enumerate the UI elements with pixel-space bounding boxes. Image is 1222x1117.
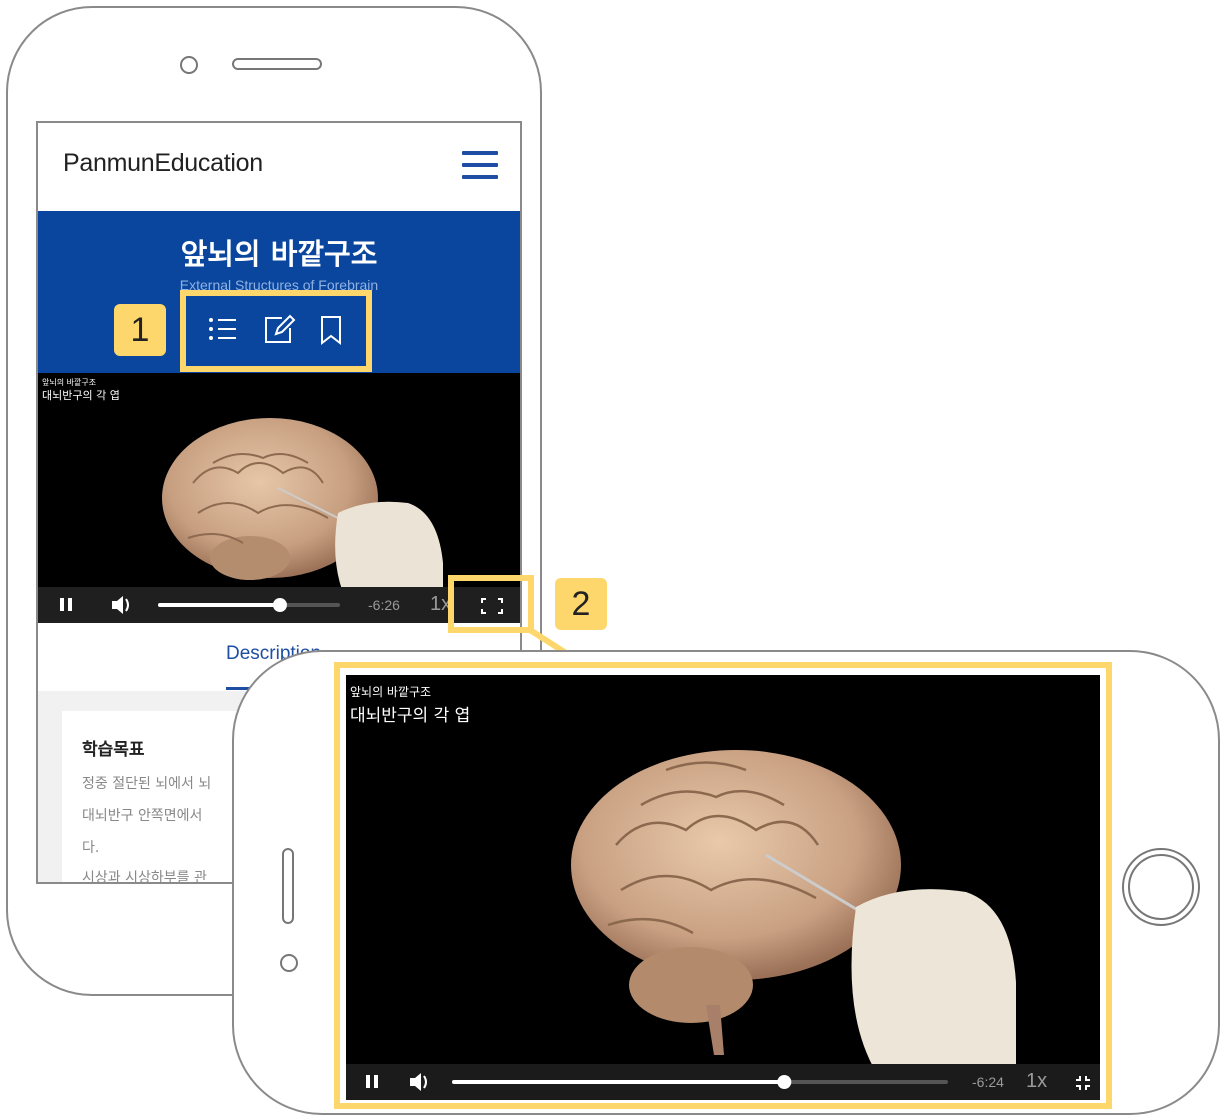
card-line: 대뇌반구 안쪽면에서: [82, 808, 203, 824]
card-line: 정중 절단된 뇌에서 뇌: [82, 776, 212, 792]
camera-icon: [180, 56, 198, 74]
card-line: 시상과 시상하부를 관: [82, 870, 207, 884]
progress-thumb[interactable]: [272, 598, 287, 612]
progress-fill: [158, 603, 280, 607]
callout-badge-1: 1: [114, 304, 166, 356]
callout-highlight-2: [448, 575, 534, 633]
lesson-title: 앞뇌의 바깥구조: [180, 237, 378, 271]
volume-icon[interactable]: [112, 596, 129, 614]
callout-highlight-1: [180, 290, 372, 372]
hamburger-menu-icon[interactable]: [462, 151, 498, 181]
card-line: 다.: [82, 840, 100, 856]
speaker-grille: [232, 58, 322, 70]
card-title: 학습목표: [82, 740, 145, 760]
pause-icon[interactable]: [60, 598, 72, 611]
home-button-icon[interactable]: [1122, 848, 1200, 926]
callout-highlight-fullscreen: [334, 662, 1112, 1109]
app-header: PanmunEducation: [38, 123, 520, 211]
time-remaining: -6:26: [368, 597, 400, 613]
video-caption-big: 대뇌반구의 각 엽: [42, 389, 120, 402]
speaker-grille: [282, 848, 294, 924]
app-logo[interactable]: PanmunEducation: [63, 149, 263, 178]
callout-badge-2: 2: [555, 578, 607, 630]
camera-icon: [280, 954, 298, 972]
